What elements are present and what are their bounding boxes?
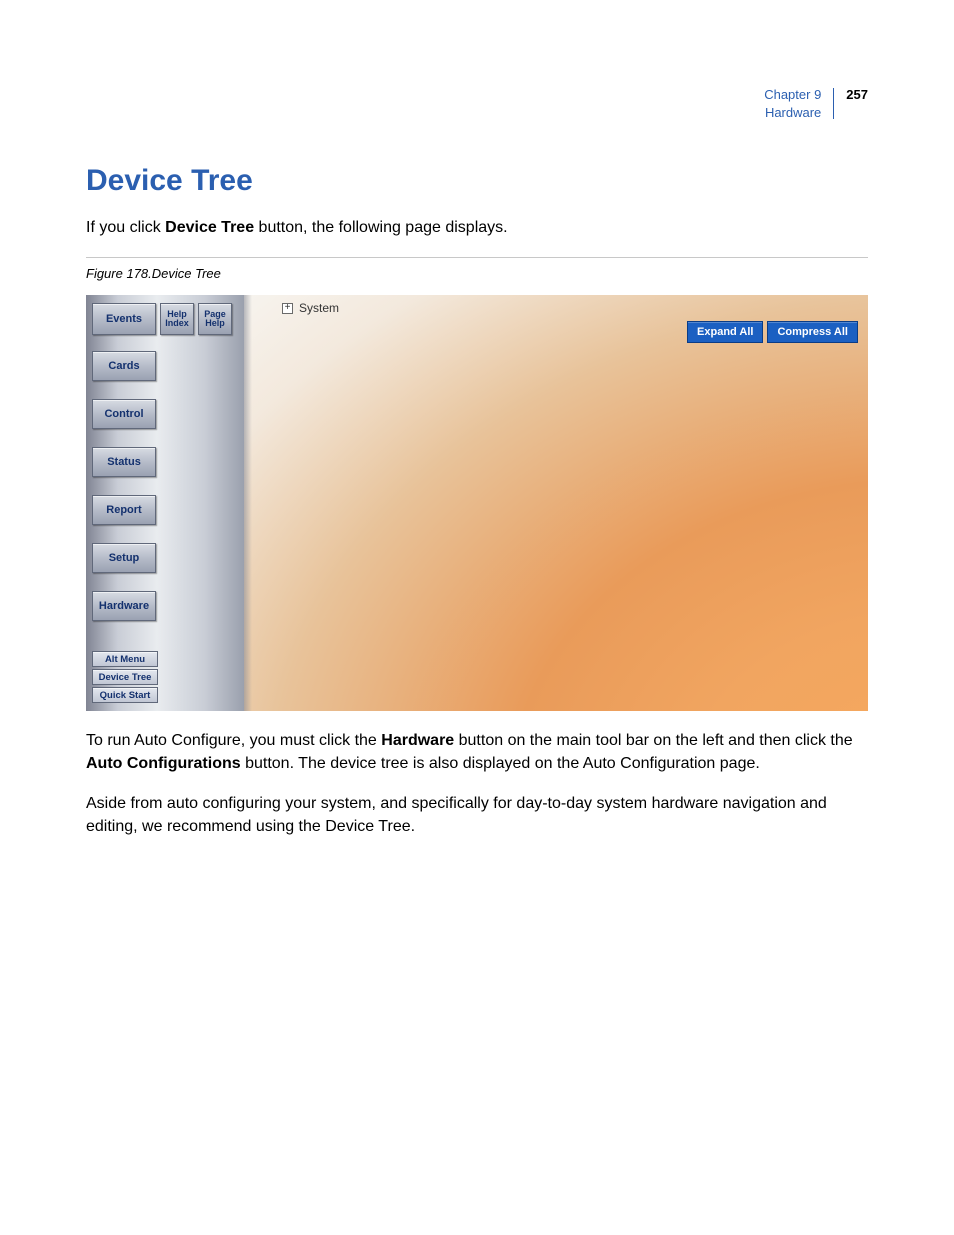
button-label: Events <box>106 313 142 325</box>
button-label: Setup <box>109 552 140 564</box>
figure-main-panel: + System Expand All Compress All <box>244 295 868 711</box>
button-label: Hardware <box>99 600 149 612</box>
compress-all-button[interactable]: Compress All <box>767 321 858 343</box>
text: To run Auto Configure, you must click th… <box>86 732 381 749</box>
text-bold: Device Tree <box>165 219 254 236</box>
page-number: 257 <box>834 86 868 104</box>
control-button[interactable]: Control <box>92 399 156 429</box>
text-bold: Auto Configurations <box>86 755 241 772</box>
button-label: Alt Menu <box>105 654 145 665</box>
plus-icon[interactable]: + <box>282 303 293 314</box>
device-tree-button[interactable]: Device Tree <box>92 669 158 685</box>
intro-paragraph: If you click Device Tree button, the fol… <box>86 216 868 239</box>
text: If you click <box>86 219 165 236</box>
button-label: Control <box>104 408 143 420</box>
expand-all-button[interactable]: Expand All <box>687 321 763 343</box>
section-label: Hardware <box>764 104 821 122</box>
document-page: Chapter 9 Hardware 257 Device Tree If yo… <box>0 0 954 1235</box>
text: button on the main tool bar on the left … <box>454 732 852 749</box>
button-label: Report <box>106 504 141 516</box>
chapter-label: Chapter 9 <box>764 86 821 104</box>
button-label: Status <box>107 456 141 468</box>
body-paragraph-2: To run Auto Configure, you must click th… <box>86 729 868 775</box>
button-label: Device Tree <box>99 672 152 683</box>
button-label: Cards <box>108 360 139 372</box>
button-label: Page Help <box>199 310 231 329</box>
hardware-button[interactable]: Hardware <box>92 591 156 621</box>
panel-button-row: Expand All Compress All <box>687 321 858 343</box>
button-label: Quick Start <box>100 690 151 701</box>
text-bold: Hardware <box>381 732 454 749</box>
setup-button[interactable]: Setup <box>92 543 156 573</box>
figure-sidebar: Events Help Index Page Help Cards Contro… <box>86 295 244 711</box>
text: button. The device tree is also displaye… <box>241 755 760 772</box>
page-header: Chapter 9 Hardware 257 <box>764 86 868 121</box>
page-content: Device Tree If you click Device Tree but… <box>86 84 868 838</box>
cards-button[interactable]: Cards <box>92 351 156 381</box>
sidebar-sub-buttons: Alt Menu Device Tree Quick Start <box>92 651 158 703</box>
help-index-button[interactable]: Help Index <box>160 303 194 335</box>
figure-device-tree: Events Help Index Page Help Cards Contro… <box>86 295 868 711</box>
horizontal-rule <box>86 257 868 258</box>
tree-root-node[interactable]: + System <box>282 301 339 315</box>
report-button[interactable]: Report <box>92 495 156 525</box>
page-title: Device Tree <box>86 164 868 198</box>
status-button[interactable]: Status <box>92 447 156 477</box>
button-label: Compress All <box>777 326 848 338</box>
body-paragraph-3: Aside from auto configuring your system,… <box>86 792 868 838</box>
figure-caption: Figure 178.Device Tree <box>86 266 868 281</box>
text: button, the following page displays. <box>254 219 508 236</box>
button-label: Help Index <box>161 310 193 329</box>
sidebar-top-row: Events Help Index Page Help <box>86 303 244 335</box>
header-meta: Chapter 9 Hardware <box>764 86 833 121</box>
alt-menu-button[interactable]: Alt Menu <box>92 651 158 667</box>
sidebar-button-list: Cards Control Status Report Setup Hardwa… <box>92 351 162 621</box>
page-help-button[interactable]: Page Help <box>198 303 232 335</box>
events-button[interactable]: Events <box>92 303 156 335</box>
button-label: Expand All <box>697 326 753 338</box>
tree-root-label: System <box>299 301 339 315</box>
quick-start-button[interactable]: Quick Start <box>92 687 158 703</box>
